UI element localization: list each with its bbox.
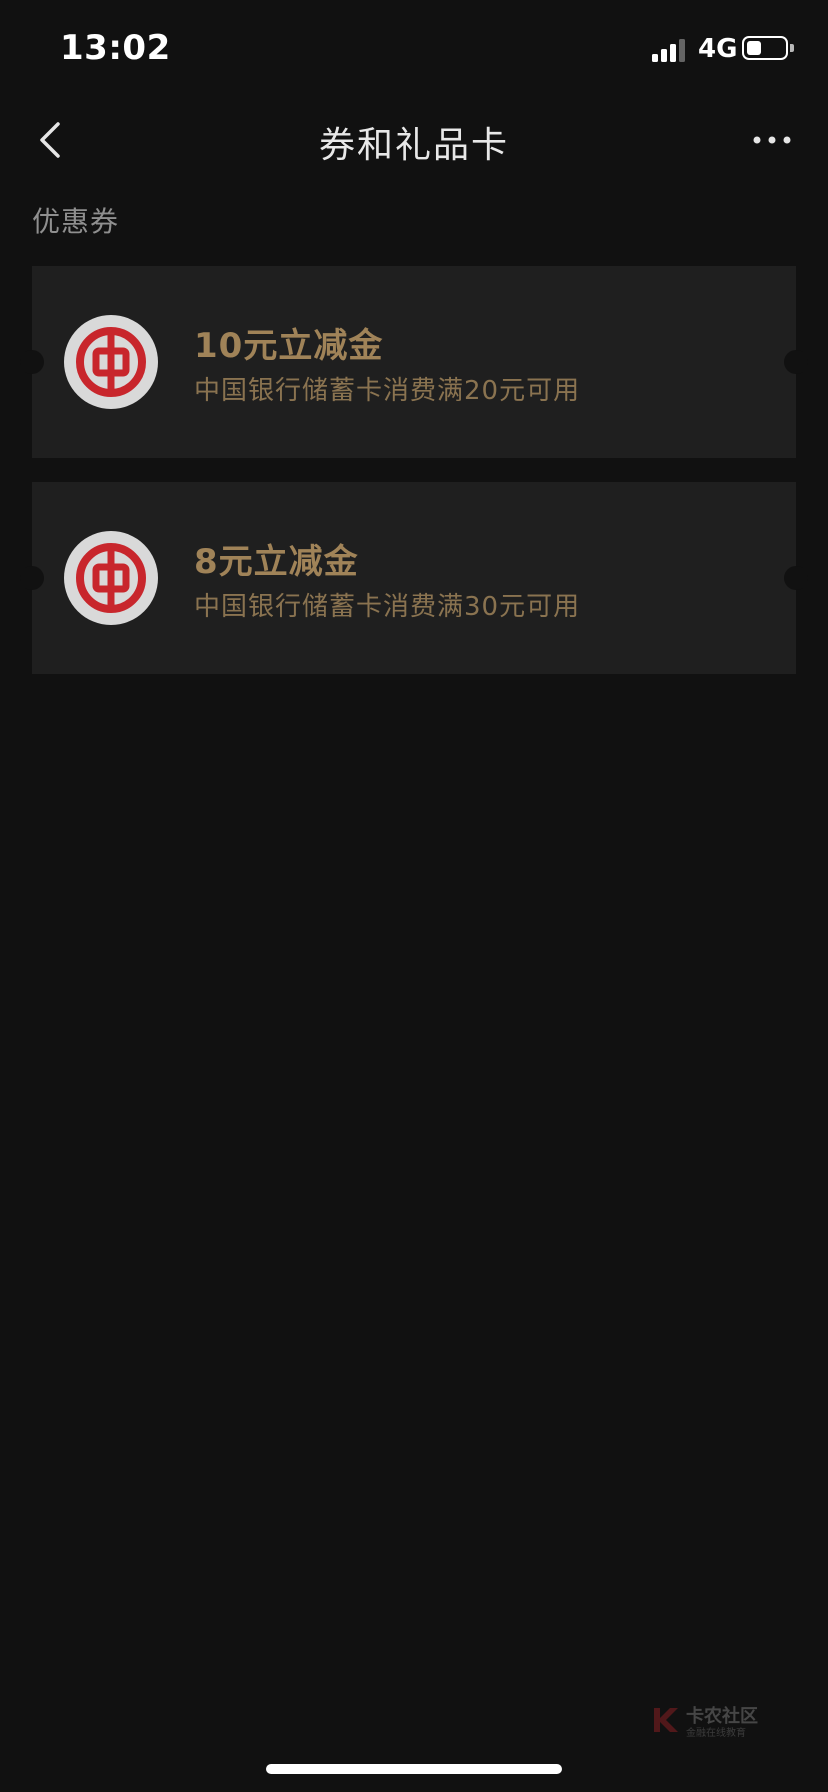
ticket-notch-right — [784, 350, 808, 374]
home-indicator[interactable] — [266, 1764, 562, 1774]
page-title: 券和礼品卡 — [318, 125, 509, 166]
nav-bar: 券和礼品卡 — [0, 100, 828, 180]
status-time: 13:02 — [60, 28, 171, 68]
section-label-coupons: 优惠券 — [32, 205, 120, 238]
watermark-k-icon — [654, 1708, 678, 1732]
bank-of-china-logo — [64, 531, 158, 625]
coupon-card[interactable]: 10元立减金 中国银行储蓄卡消费满20元可用 — [20, 266, 808, 458]
coupon-title: 10元立减金 — [194, 326, 384, 366]
watermark-logo: 卡农社区 金融在线教育 — [650, 1702, 770, 1742]
more-button[interactable] — [742, 112, 802, 168]
battery-level — [747, 41, 761, 55]
more-horizontal-icon — [753, 136, 791, 144]
bank-of-china-logo — [64, 315, 158, 409]
watermark-subtitle: 金融在线教育 — [686, 1728, 746, 1739]
coupon-card[interactable]: 8元立减金 中国银行储蓄卡消费满30元可用 — [20, 482, 808, 674]
coupon-description: 中国银行储蓄卡消费满20元可用 — [194, 376, 581, 406]
coupon-title: 8元立减金 — [194, 542, 359, 582]
battery-cap — [790, 44, 794, 52]
status-bar: 13:02 4G — [0, 0, 828, 100]
coupon-description: 中国银行储蓄卡消费满30元可用 — [194, 592, 581, 622]
ticket-notch-left — [20, 566, 44, 590]
cellular-signal-icon — [652, 38, 692, 62]
ticket-notch-left — [20, 350, 44, 374]
battery-icon — [742, 36, 788, 60]
coupon-list: 10元立减金 中国银行储蓄卡消费满20元可用 8元立减金 中国银行储蓄卡消费满3… — [20, 266, 808, 698]
network-type: 4G — [698, 34, 738, 64]
ticket-notch-right — [784, 566, 808, 590]
